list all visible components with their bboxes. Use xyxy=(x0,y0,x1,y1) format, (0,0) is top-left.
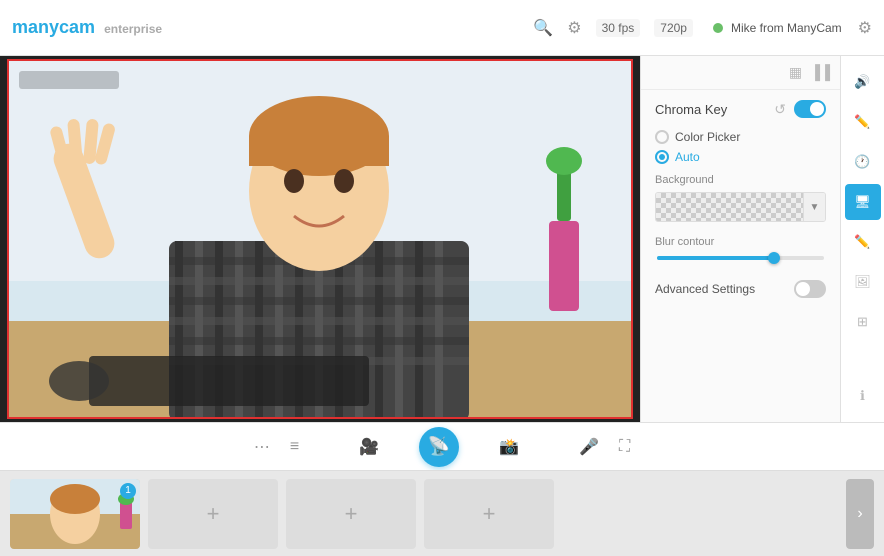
auto-label: Auto xyxy=(675,150,700,164)
background-label: Background xyxy=(655,174,826,186)
reset-button[interactable]: ↺ xyxy=(774,101,786,118)
panel-top-icons: ▦ ▐▐ xyxy=(641,56,840,90)
user-name: Mike from ManyCam xyxy=(731,21,842,35)
bg-checkered xyxy=(656,193,803,221)
sidebar-edit2-icon[interactable]: ✏️ xyxy=(845,224,881,260)
radio-group: Color Picker Auto xyxy=(655,130,826,164)
bottom-toolbar: ⋯ ≡ 🎥 📡 📸 🎤 ⛶ xyxy=(0,422,884,470)
sidebar-pencil-icon[interactable]: ✏️ xyxy=(845,104,881,140)
chroma-key-section: Chroma Key ↺ Color Picker Auto xyxy=(641,90,840,316)
user-area: Mike from ManyCam xyxy=(713,21,842,35)
blur-slider-thumb[interactable] xyxy=(768,252,780,264)
sidebar-screen-icon[interactable]: 🖥 xyxy=(845,184,881,220)
toolbar-left: ⋯ ≡ xyxy=(254,437,299,457)
chroma-key-title: Chroma Key xyxy=(655,102,727,117)
radio-color-picker[interactable]: Color Picker xyxy=(655,130,826,144)
chroma-key-header: Chroma Key ↺ xyxy=(655,100,826,118)
list-icon[interactable]: ≡ xyxy=(290,438,299,456)
color-picker-label: Color Picker xyxy=(675,130,740,144)
blur-slider-fill xyxy=(657,256,774,260)
main-area: ▦ ▐▐ Chroma Key ↺ Color Picker xyxy=(0,56,884,422)
grid-icon[interactable]: ▦ xyxy=(789,64,802,81)
thumbnail-add-3[interactable]: + xyxy=(424,479,554,549)
bars-icon[interactable]: ▐▐ xyxy=(810,64,830,81)
blur-label: Blur contour xyxy=(655,236,826,248)
blur-section: Blur contour xyxy=(655,236,826,260)
bg-dropdown-arrow[interactable]: ▼ xyxy=(803,193,825,221)
toggle-knob xyxy=(810,102,824,116)
camera-icon[interactable]: 🎥 xyxy=(359,437,379,457)
logo-brand: manycam xyxy=(12,17,95,37)
advanced-settings-row: Advanced Settings xyxy=(655,272,826,306)
thumb-badge: 1 xyxy=(120,483,136,499)
topbar-settings-icon[interactable]: ⚙ xyxy=(858,18,872,38)
sidebar-image-icon[interactable]: 🖼 xyxy=(845,264,881,300)
radio-color-picker-circle xyxy=(655,130,669,144)
right-panel: ▦ ▐▐ Chroma Key ↺ Color Picker xyxy=(640,56,840,422)
topbar-icons: 🔍 ⚙ 30 fps 720p xyxy=(533,18,693,38)
sidebar-clock-icon[interactable]: 🕐 xyxy=(845,144,881,180)
chroma-key-controls: ↺ xyxy=(774,100,826,118)
sidebar-volume-icon[interactable]: 🔊 xyxy=(845,64,881,100)
blur-slider[interactable] xyxy=(657,256,824,260)
advanced-toggle-knob xyxy=(796,282,810,296)
sidebar-grid-icon[interactable]: ⊞ xyxy=(845,304,881,340)
right-sidebar: 🔊 ✏️ 🕐 🖥 ✏️ 🖼 ⊞ ℹ xyxy=(840,56,884,422)
thumbnails-bar: 1 + + + › xyxy=(0,470,884,556)
effects-icon[interactable]: ⚙ xyxy=(567,18,581,38)
fps-badge: 30 fps xyxy=(596,19,641,37)
logo-edition: enterprise xyxy=(104,22,162,36)
chroma-key-toggle[interactable] xyxy=(794,100,826,118)
video-frame xyxy=(7,59,633,419)
background-picker[interactable]: ▼ xyxy=(655,192,826,222)
video-person xyxy=(9,61,631,417)
radio-auto[interactable]: Auto xyxy=(655,150,826,164)
video-svg xyxy=(9,61,633,419)
video-person-img xyxy=(9,61,631,417)
res-badge: 720p xyxy=(654,19,693,37)
radio-auto-circle xyxy=(655,150,669,164)
advanced-settings-toggle[interactable] xyxy=(794,280,826,298)
topbar: manycam enterprise 🔍 ⚙ 30 fps 720p Mike … xyxy=(0,0,884,56)
app-logo: manycam enterprise xyxy=(12,17,162,38)
zoom-icon[interactable]: 🔍 xyxy=(533,18,553,38)
video-area xyxy=(0,56,640,422)
mic-icon[interactable]: 🎤 xyxy=(579,437,599,457)
toolbar-right: 🎤 ⛶ xyxy=(579,437,630,457)
menu-dots-icon[interactable]: ⋯ xyxy=(254,437,270,457)
broadcast-button[interactable]: 📡 xyxy=(419,427,459,467)
thumbnail-add-2[interactable]: + xyxy=(286,479,416,549)
thumbnail-active[interactable]: 1 xyxy=(10,479,140,549)
thumbnail-add-1[interactable]: + xyxy=(148,479,278,549)
fullscreen-icon[interactable]: ⛶ xyxy=(619,438,630,456)
thumbnail-next-button[interactable]: › xyxy=(846,479,874,549)
user-status-dot xyxy=(713,23,723,33)
advanced-settings-label: Advanced Settings xyxy=(655,282,755,296)
snapshot-icon[interactable]: 📸 xyxy=(499,437,519,457)
sidebar-info-icon[interactable]: ℹ xyxy=(845,378,881,414)
